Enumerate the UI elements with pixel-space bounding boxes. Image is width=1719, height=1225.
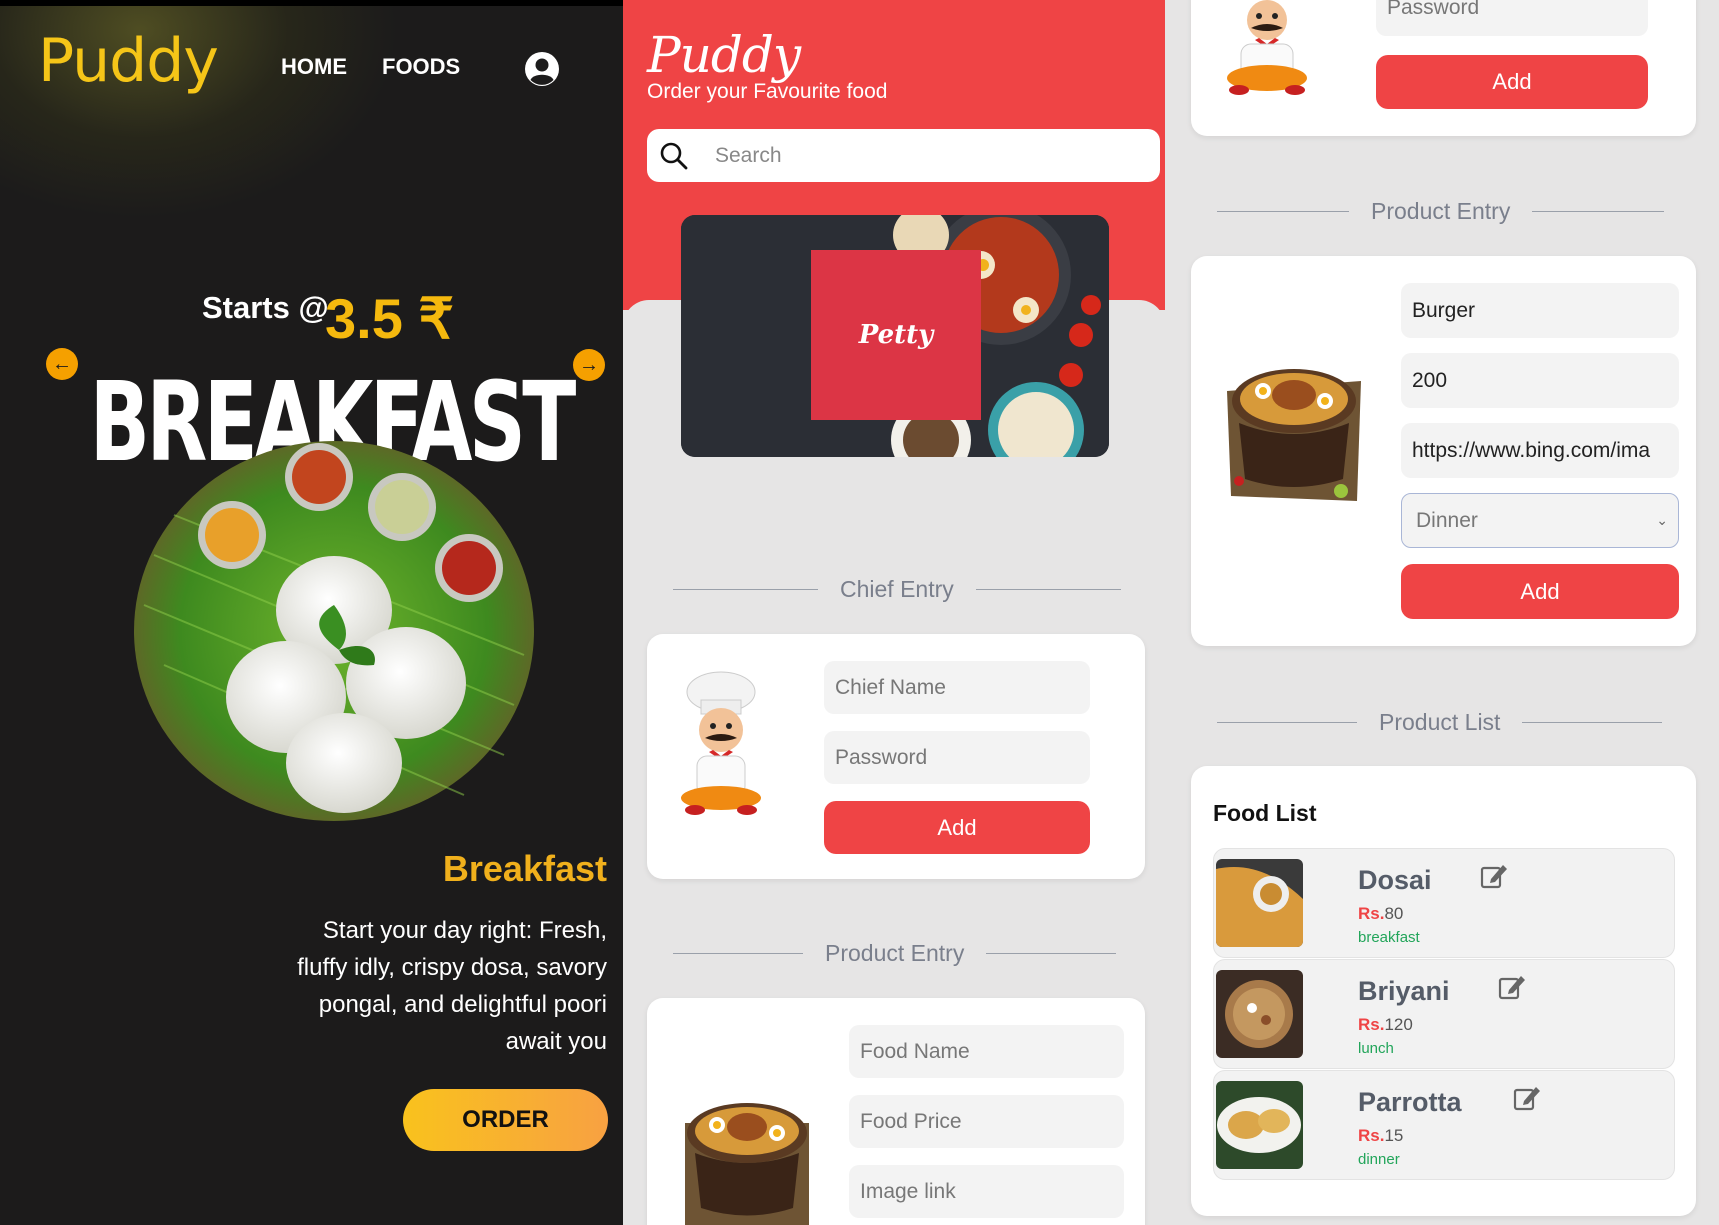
top-strip (0, 0, 623, 6)
meal-type-selected: Dinner (1416, 509, 1478, 532)
biryani-pot-image (685, 1103, 809, 1225)
dosai-thumbnail (1216, 859, 1303, 947)
meal-type-select[interactable]: Dinner ⌄ (1401, 493, 1679, 548)
chief-entry-card: Add (647, 634, 1145, 879)
food-price: Rs.120 (1358, 1015, 1413, 1034)
promo-banner[interactable]: Petty (681, 215, 1109, 457)
briyani-thumbnail (1216, 970, 1303, 1058)
food-category: breakfast (1358, 929, 1420, 946)
food-price-field[interactable] (1401, 353, 1679, 408)
banner-brand-box: Petty (811, 250, 981, 420)
food-name: Briyani (1358, 976, 1450, 1006)
food-price-field[interactable] (849, 1095, 1124, 1148)
chief-password-field[interactable] (1376, 0, 1648, 36)
edit-icon[interactable] (1497, 972, 1527, 1002)
admin-panel-right: Add Product Entry Dinner ⌄ Add Product L… (1165, 0, 1719, 1225)
tagline: Order your Favourite food (647, 80, 888, 103)
search-bar (647, 129, 1160, 182)
brand-logo[interactable]: Puddy (38, 26, 219, 96)
order-button[interactable]: ORDER (403, 1089, 608, 1151)
chief-entry-card-continued: Add (1191, 0, 1696, 136)
starting-price: 3.5 ₹ (325, 287, 455, 350)
food-price: Rs.15 (1358, 1126, 1404, 1145)
food-price: Rs.80 (1358, 904, 1404, 923)
chief-entry-title: Chief Entry (840, 576, 954, 602)
admin-panel-left: Puddy Order your Favourite food Petty Ch… (623, 0, 1165, 1225)
account-icon[interactable] (523, 50, 561, 88)
chevron-down-icon: ⌄ (1656, 512, 1668, 528)
edit-icon[interactable] (1479, 861, 1509, 891)
food-list-title: Food List (1213, 800, 1317, 826)
food-name: Dosai (1358, 865, 1432, 895)
product-entry-heading: Product Entry (673, 940, 1117, 967)
hero-heading: Breakfast (442, 848, 607, 889)
food-name: Parrotta (1358, 1087, 1462, 1117)
product-list-heading: Product List (1217, 709, 1663, 736)
chef-illustration (1227, 0, 1307, 95)
product-entry-title: Product Entry (1371, 198, 1511, 224)
food-name-field[interactable] (1401, 283, 1679, 338)
add-product-button[interactable]: Add (1401, 564, 1679, 619)
carousel-prev-arrow-icon[interactable]: ← (46, 348, 78, 380)
food-category: lunch (1358, 1040, 1394, 1057)
product-entry-heading: Product Entry (1217, 198, 1665, 225)
add-chief-button[interactable]: Add (824, 801, 1090, 854)
biryani-pot-image (1227, 369, 1361, 501)
edit-icon[interactable] (1512, 1083, 1542, 1113)
search-input[interactable] (715, 139, 1135, 173)
nav-home[interactable]: HOME (281, 54, 347, 80)
chef-illustration (681, 671, 761, 815)
food-name-field[interactable] (849, 1025, 1124, 1078)
starts-label: Starts @ (202, 290, 329, 325)
add-chief-button[interactable]: Add (1376, 55, 1648, 109)
product-list-title: Product List (1379, 709, 1501, 735)
food-list-item[interactable]: Dosai Rs.80 breakfast (1213, 848, 1675, 958)
idli-plate-image (134, 441, 534, 821)
chief-password-field[interactable] (824, 731, 1090, 784)
food-category: dinner (1358, 1151, 1400, 1168)
nav-foods[interactable]: FOODS (382, 54, 460, 80)
product-entry-card (647, 998, 1145, 1225)
product-entry-title: Product Entry (825, 940, 965, 966)
parrotta-thumbnail (1216, 1081, 1303, 1169)
breakfast-hero-panel: Puddy HOME FOODS Starts @ 3.5 ₹ ← → BREA… (0, 0, 623, 1225)
search-icon (660, 142, 688, 170)
image-link-field[interactable] (849, 1165, 1124, 1218)
food-list-item[interactable]: Parrotta Rs.15 dinner (1213, 1070, 1675, 1180)
food-list-item[interactable]: Briyani Rs.120 lunch (1213, 959, 1675, 1069)
hero-description: Start your day right: Fresh, fluffy idly… (297, 917, 607, 1055)
chief-entry-heading: Chief Entry (673, 576, 1121, 603)
chief-name-field[interactable] (824, 661, 1090, 714)
product-entry-card: Dinner ⌄ Add (1191, 256, 1696, 646)
carousel-next-arrow-icon[interactable]: → (573, 349, 605, 381)
image-link-field[interactable] (1401, 423, 1679, 478)
brand-logo-script: Puddy (647, 26, 801, 84)
